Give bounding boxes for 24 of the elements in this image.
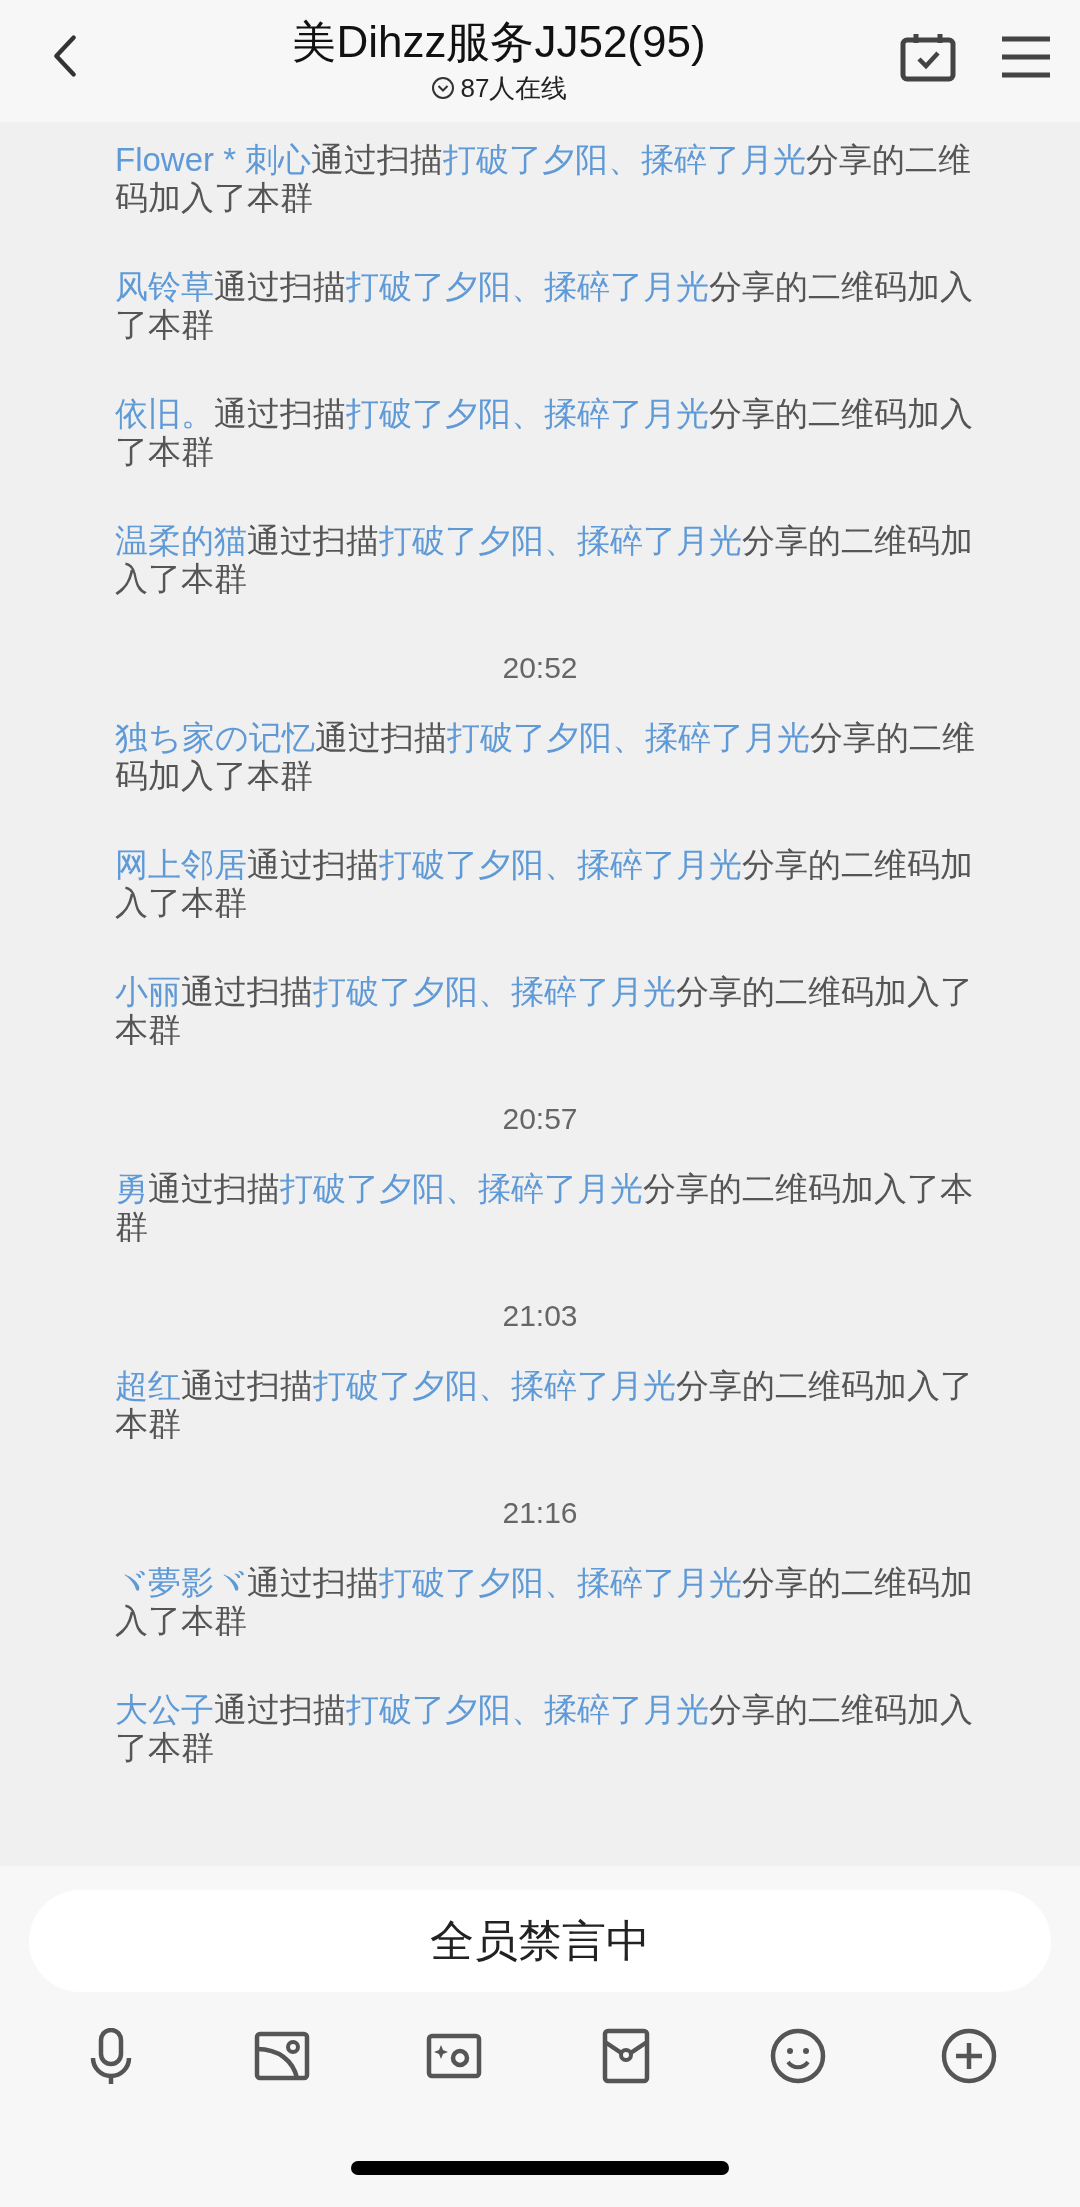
calendar-check-icon[interactable] <box>900 32 956 82</box>
system-message: 独ち家の记忆通过扫描打破了夕阳、揉碎了月光分享的二维码加入了本群 <box>115 719 976 795</box>
chat-title: 美Dihzz服务JJ52(95) <box>292 17 706 67</box>
system-message: 网上邻居通过扫描打破了夕阳、揉碎了月光分享的二维码加入了本群 <box>115 846 974 922</box>
online-count: 87人在线 <box>460 72 568 105</box>
timestamp: 20:57 <box>501 1101 579 1137</box>
system-message: 超红通过扫描打破了夕阳、揉碎了月光分享的二维码加入了本群 <box>115 1367 974 1443</box>
system-message: Flower * 刺心通过扫描打破了夕阳、揉碎了月光分享的二维码加入了本群 <box>115 141 973 217</box>
emoji-icon[interactable] <box>769 2028 826 2084</box>
timestamp: 21:03 <box>501 1298 579 1334</box>
timestamp: 20:52 <box>501 650 579 686</box>
system-message: 依旧。通过扫描打破了夕阳、揉碎了月光分享的二维码加入了本群 <box>115 395 974 471</box>
system-message: 大公子通过扫描打破了夕阳、揉碎了月光分享的二维码加入了本群 <box>115 1691 974 1767</box>
back-icon[interactable] <box>52 34 78 78</box>
input-field[interactable]: 全员禁言中 <box>29 1890 1051 1992</box>
timestamp: 21:16 <box>501 1495 579 1531</box>
system-message: 风铃草通过扫描打破了夕阳、揉碎了月光分享的二维码加入了本群 <box>115 268 974 344</box>
system-message: 勇通过扫描打破了夕阳、揉碎了月光分享的二维码加入了本群 <box>115 1170 974 1246</box>
menu-icon[interactable] <box>1000 35 1052 79</box>
system-message: 小丽通过扫描打破了夕阳、揉碎了月光分享的二维码加入了本群 <box>115 973 974 1049</box>
chevron-circle-icon <box>430 76 455 100</box>
add-icon[interactable] <box>941 2028 998 2084</box>
system-message: ヾ夢影ヾ通过扫描打破了夕阳、揉碎了月光分享的二维码加入了本群 <box>115 1564 974 1640</box>
system-message: 温柔的猫通过扫描打破了夕阳、揉碎了月光分享的二维码加入了本群 <box>115 522 974 598</box>
